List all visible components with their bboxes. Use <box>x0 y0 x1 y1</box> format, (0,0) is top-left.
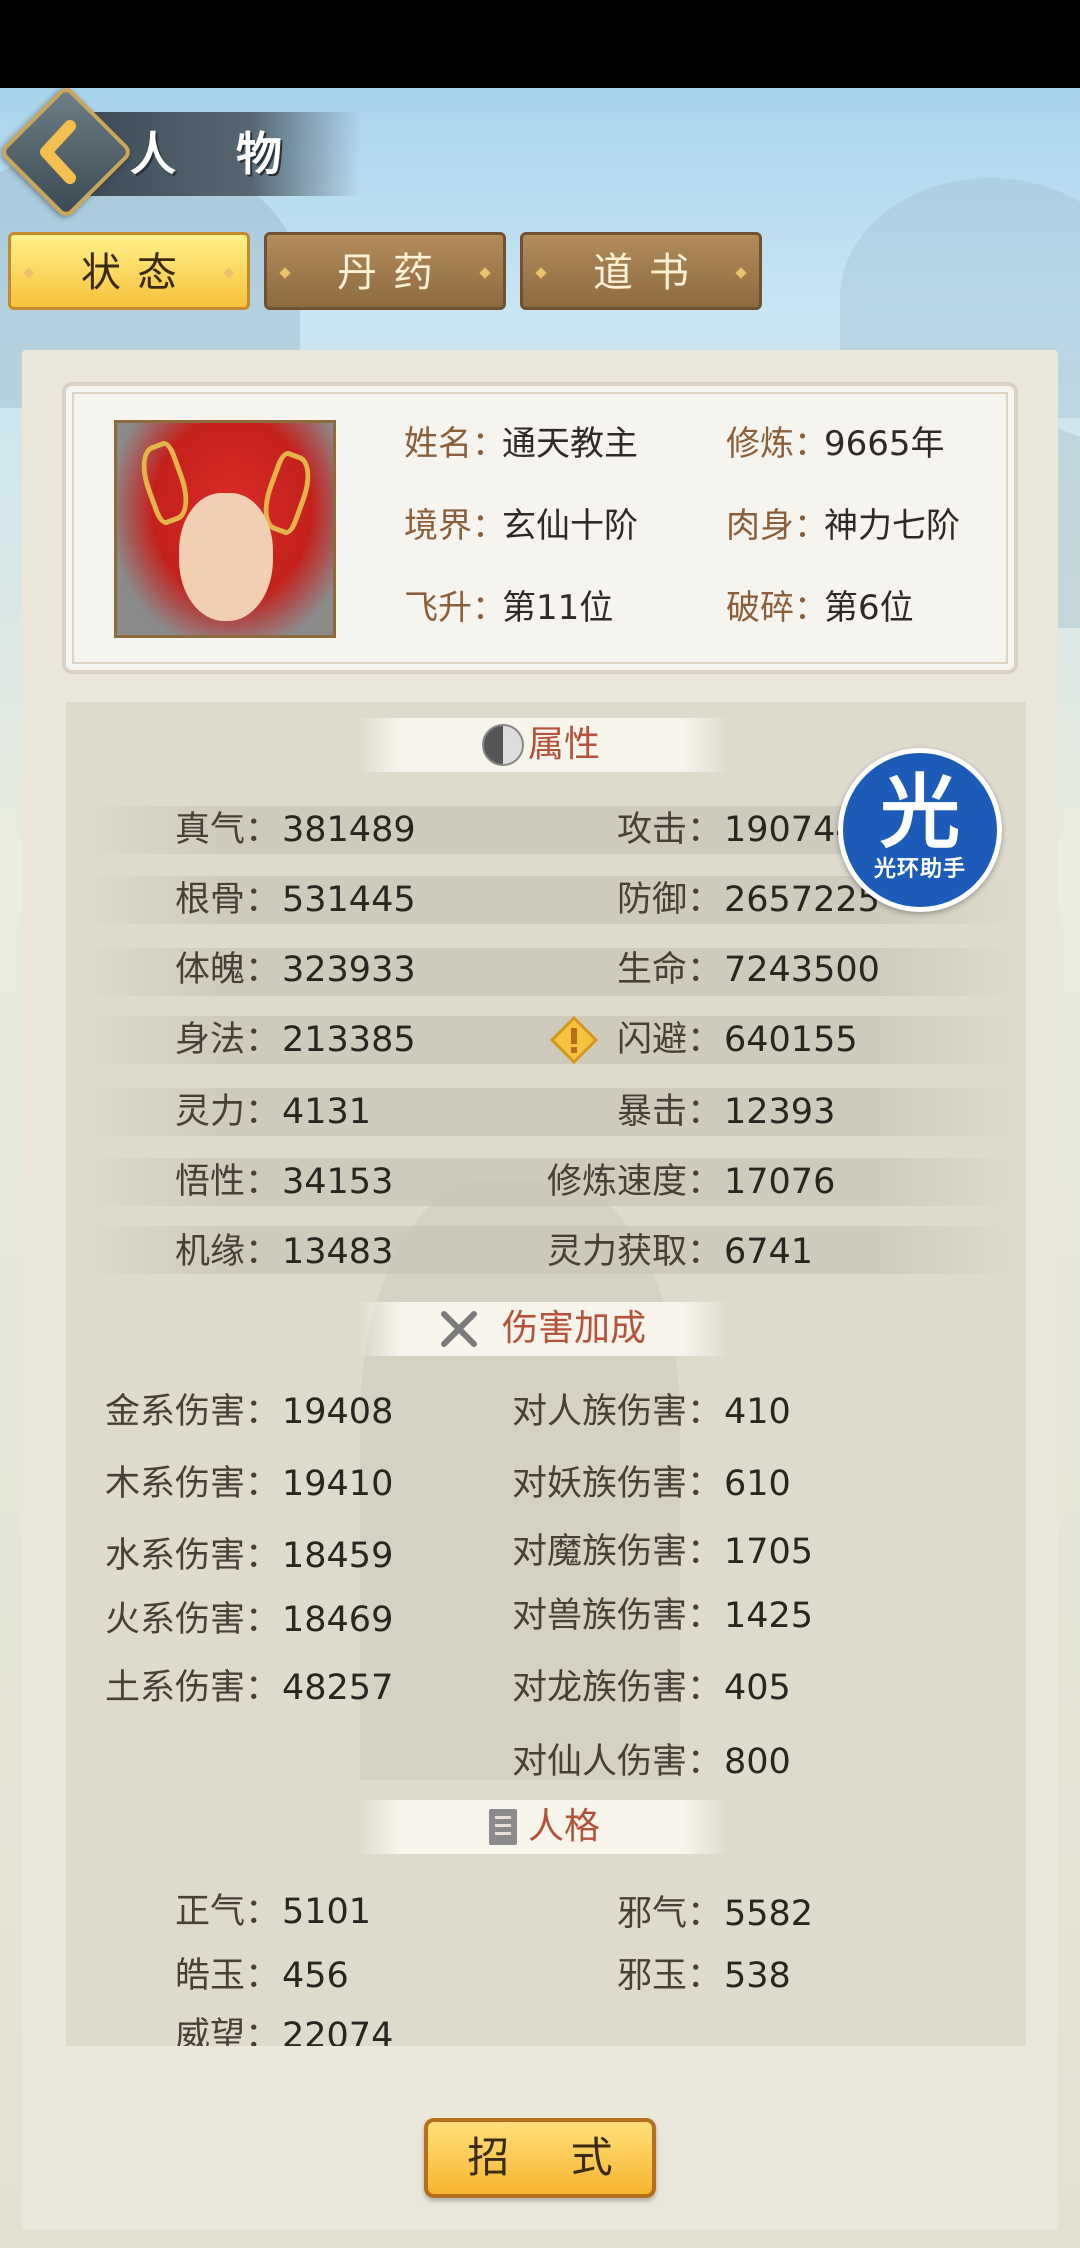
avatar-face <box>179 493 273 621</box>
stat-label: 邪气： <box>616 1894 722 1934</box>
tab-status[interactable]: 状态 <box>8 232 250 310</box>
stat-value: 381489 <box>282 810 416 850</box>
stat-value: 18469 <box>282 1600 394 1640</box>
profile-value: 神力七阶 <box>824 506 960 546</box>
profile-value: 通天教主 <box>502 424 638 464</box>
clip-wrap: 威望： 22074 <box>66 2006 1026 2046</box>
stat-value: 800 <box>724 1742 791 1782</box>
stat-value: 405 <box>724 1668 791 1708</box>
page-title: 人 物 <box>130 127 305 181</box>
profile-label: 肉身： <box>726 506 828 546</box>
stat-value: 410 <box>724 1392 791 1432</box>
profile-value: 第6位 <box>824 588 914 628</box>
stat-label: 邪玉： <box>616 1956 722 1996</box>
stat-value: 5582 <box>724 1894 814 1934</box>
stat-label: 对兽族伤害： <box>511 1596 722 1636</box>
profile-label: 破碎： <box>726 588 828 628</box>
crossed-swords-icon <box>438 1308 480 1350</box>
header: 人 物 <box>0 84 1080 220</box>
stat-label: 对龙族伤害： <box>511 1668 722 1708</box>
stat-value: 323933 <box>282 950 416 990</box>
stat-value: 610 <box>724 1464 791 1504</box>
profile-value: 9665年 <box>824 424 945 464</box>
stat-label: 金系伤害： <box>104 1392 280 1432</box>
book-icon <box>482 1806 524 1848</box>
stat-value: 4131 <box>282 1092 372 1132</box>
profile-label: 境界： <box>404 506 506 546</box>
stat-label: 对妖族伤害： <box>511 1464 722 1504</box>
stat-label: 皓玉： <box>174 1956 280 1996</box>
stat-label: 威望： <box>174 2016 280 2046</box>
section-title: 属性 <box>528 724 601 765</box>
section-title: 人格 <box>528 1806 601 1847</box>
stat-label: 修炼速度： <box>546 1162 722 1202</box>
stat-value: 19408 <box>282 1392 394 1432</box>
stat-value: 7243500 <box>724 950 880 990</box>
stat-value: 213385 <box>282 1020 416 1060</box>
stat-value: 13483 <box>282 1232 394 1272</box>
stat-value: 22074 <box>282 2016 394 2046</box>
assistant-badge[interactable]: 光 光环助手 <box>838 748 1002 912</box>
stat-label: 木系伤害： <box>104 1464 280 1504</box>
stat-label: 灵力： <box>174 1092 280 1132</box>
avatar[interactable] <box>114 420 336 638</box>
stat-label: 灵力获取： <box>546 1232 722 1272</box>
moves-button[interactable]: 招 式 <box>424 2118 656 2198</box>
tab-daobooks[interactable]: 道书 <box>520 232 762 310</box>
stat-label: 土系伤害： <box>104 1668 280 1708</box>
stat-value: 34153 <box>282 1162 394 1202</box>
stat-label: 身法： <box>174 1020 280 1060</box>
stat-value: 6741 <box>724 1232 814 1272</box>
stat-value: 1705 <box>724 1532 814 1572</box>
stat-value: 1425 <box>724 1596 814 1636</box>
stat-label: 火系伤害： <box>104 1600 280 1640</box>
yin-yang-icon <box>482 724 524 766</box>
stat-label: 对魔族伤害： <box>511 1532 722 1572</box>
stat-value: 640155 <box>724 1020 858 1060</box>
stat-label: 机缘： <box>174 1232 280 1272</box>
stat-label: 对仙人伤害： <box>511 1742 722 1782</box>
stat-label: 真气： <box>174 810 280 850</box>
stat-label: 攻击： <box>616 810 722 850</box>
stat-value: 18459 <box>282 1536 394 1576</box>
stat-label: 根骨： <box>174 880 280 920</box>
stat-value: 19410 <box>282 1464 394 1504</box>
profile-value: 玄仙十阶 <box>502 506 638 546</box>
status-bar <box>0 0 1080 88</box>
stat-label: 生命： <box>616 950 722 990</box>
tab-pills[interactable]: 丹药 <box>264 232 506 310</box>
stat-label: 体魄： <box>174 950 280 990</box>
profile-label: 修炼： <box>726 424 828 464</box>
stat-label: 正气： <box>174 1892 280 1932</box>
badge-char: 光 <box>880 766 960 859</box>
stat-value: 456 <box>282 1956 349 1996</box>
stat-value: 48257 <box>282 1668 394 1708</box>
stat-value: 12393 <box>724 1092 836 1132</box>
profile-value: 第11位 <box>502 588 614 628</box>
stat-label: 防御： <box>616 880 722 920</box>
stat-value: 17076 <box>724 1162 836 1202</box>
badge-text: 光环助手 <box>873 857 966 882</box>
stat-value: 531445 <box>282 880 416 920</box>
stat-label: 悟性： <box>174 1162 280 1202</box>
profile-label: 姓名： <box>404 424 506 464</box>
stat-label: 闪避： <box>616 1020 722 1060</box>
chevron-left-icon[interactable] <box>28 116 90 188</box>
stat-value: 5101 <box>282 1892 372 1932</box>
stat-label: 水系伤害： <box>104 1536 280 1576</box>
stat-label: 暴击： <box>616 1092 722 1132</box>
section-title: 伤害加成 <box>502 1308 647 1349</box>
profile-label: 飞升： <box>404 588 506 628</box>
stat-value: 538 <box>724 1956 791 1996</box>
stat-label: 对人族伤害： <box>511 1392 722 1432</box>
